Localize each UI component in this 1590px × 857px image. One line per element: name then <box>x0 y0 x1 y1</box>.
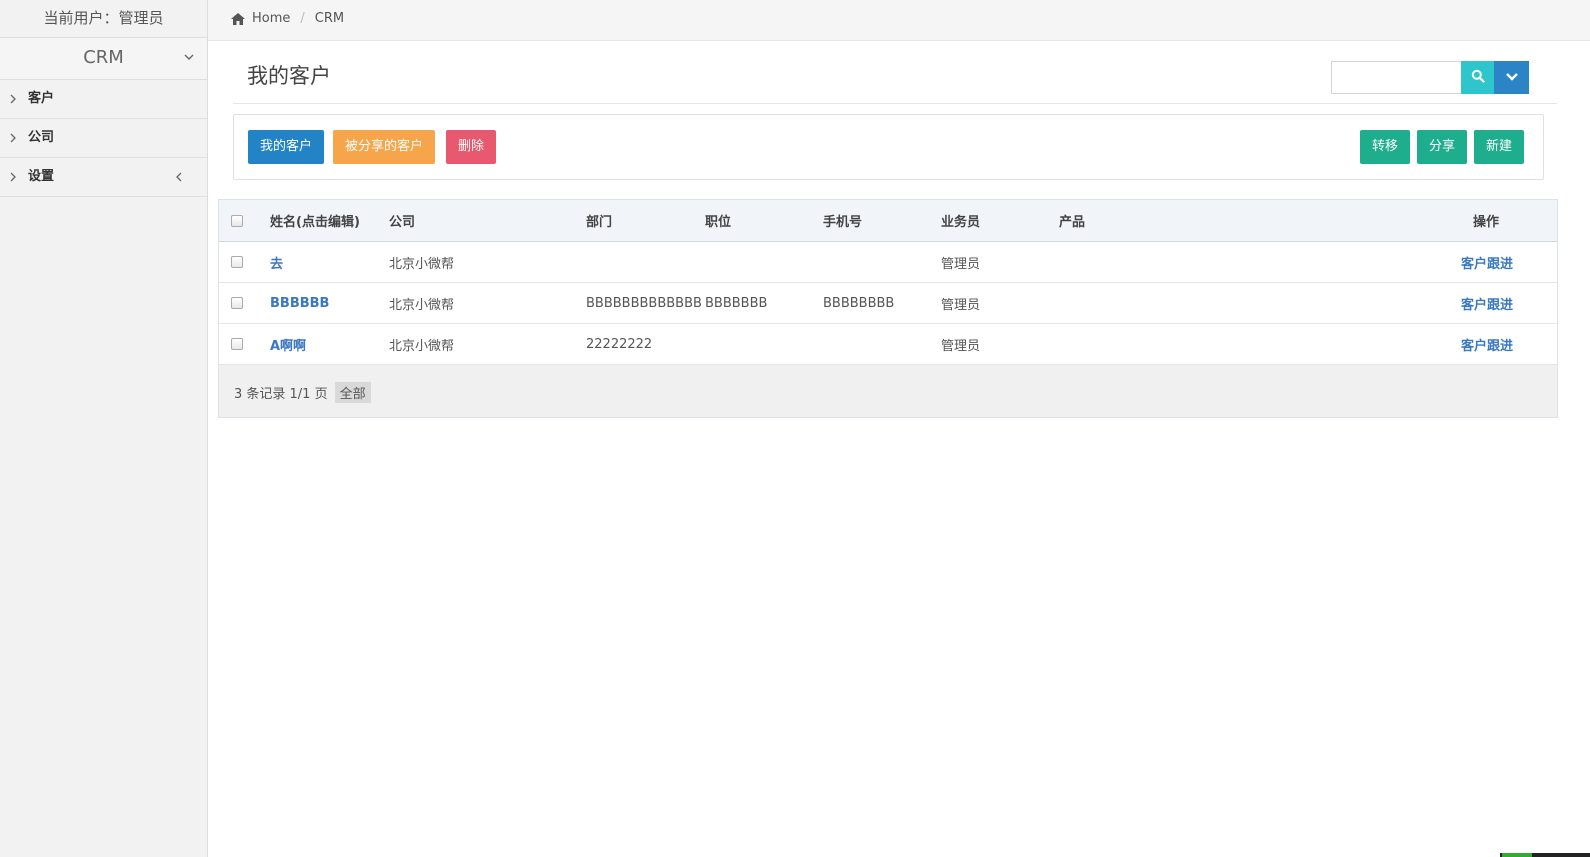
module-name: CRM <box>83 47 124 68</box>
chevron-left-icon <box>175 158 183 212</box>
table-row: 去 北京小微帮 管理员 客户跟进 <box>219 242 1557 283</box>
company-cell: 北京小微帮 <box>389 256 455 272</box>
select-all-checkbox[interactable] <box>231 200 243 241</box>
salesperson-cell: 管理员 <box>941 256 981 272</box>
table-row: BBBBBB 北京小微帮 BBBBBBBBBBBBB BBBBBBB BBBBB… <box>219 283 1557 324</box>
sidebar: 当前用户：管理员 CRM 客户 公司 设置 <box>0 0 208 857</box>
column-header-company[interactable]: 公司 <box>389 200 415 241</box>
company-cell: 北京小微帮 <box>389 338 455 354</box>
department-cell: 22222222 <box>586 336 653 352</box>
follow-up-link[interactable]: 客户跟进 <box>1461 283 1513 323</box>
row-checkbox[interactable] <box>231 242 243 282</box>
row-checkbox[interactable] <box>231 283 243 323</box>
follow-up-link[interactable]: 客户跟进 <box>1461 324 1513 364</box>
breadcrumb-separator: / <box>300 11 305 26</box>
customer-table: 姓名(点击编辑) 公司 部门 职位 手机号 业务员 产品 操作 去 北京小微帮 … <box>218 199 1558 418</box>
salesperson-cell: 管理员 <box>941 338 981 354</box>
title-divider <box>233 103 1557 104</box>
breadcrumb: Home / CRM <box>230 11 344 26</box>
create-button[interactable]: 新建 <box>1474 130 1525 164</box>
delete-button[interactable]: 删除 <box>446 130 497 164</box>
chevron-right-icon <box>9 158 17 212</box>
column-header-salesperson[interactable]: 业务员 <box>941 200 980 241</box>
breadcrumb-home-link[interactable]: Home <box>252 11 290 26</box>
search-options-button[interactable] <box>1494 61 1529 94</box>
column-header-phone[interactable]: 手机号 <box>823 200 862 241</box>
salesperson-cell: 管理员 <box>941 297 981 313</box>
sidebar-item-label: 公司 <box>28 130 55 145</box>
share-button[interactable]: 分享 <box>1417 130 1468 164</box>
pagination-info: 3 条记录 1/1 页 全部 <box>234 382 371 403</box>
company-cell: 北京小微帮 <box>389 297 455 313</box>
customer-name-link[interactable]: A啊啊 <box>270 324 306 364</box>
table-row: A啊啊 北京小微帮 22222222 管理员 客户跟进 <box>219 324 1557 365</box>
position-cell: BBBBBBB <box>705 295 768 311</box>
column-header-department[interactable]: 部门 <box>586 200 612 241</box>
customer-name-link[interactable]: 去 <box>270 242 283 282</box>
search-input[interactable] <box>1331 61 1461 94</box>
search-group <box>1331 61 1529 94</box>
home-icon <box>230 12 246 26</box>
sidebar-item-company[interactable]: 公司 <box>0 119 207 158</box>
page-title: 我的客户 <box>247 64 331 88</box>
transfer-button[interactable]: 转移 <box>1360 130 1411 164</box>
chevron-down-icon <box>1505 70 1519 85</box>
breadcrumb-current: CRM <box>314 11 345 26</box>
show-all-button[interactable]: 全部 <box>334 382 371 403</box>
customer-name-link[interactable]: BBBBBB <box>270 283 329 323</box>
current-user-label: 当前用户：管理员 <box>0 0 207 38</box>
column-header-name[interactable]: 姓名(点击编辑) <box>270 200 360 241</box>
breadcrumb-bar: Home / CRM <box>208 0 1590 41</box>
row-checkbox[interactable] <box>231 324 243 364</box>
table-footer: 3 条记录 1/1 页 全部 <box>219 365 1557 417</box>
shared-customers-button[interactable]: 被分享的客户 <box>333 130 436 164</box>
my-customers-button[interactable]: 我的客户 <box>248 130 325 164</box>
sidebar-item-label: 设置 <box>28 169 55 184</box>
column-header-actions: 操作 <box>1473 215 1500 230</box>
action-toolbar: 我的客户 被分享的客户 删除 转移 分享 新建 <box>233 114 1544 180</box>
column-header-product[interactable]: 产品 <box>1059 200 1085 241</box>
corner-accent <box>1502 853 1532 857</box>
module-selector[interactable]: CRM <box>0 38 207 80</box>
search-button[interactable] <box>1461 61 1494 94</box>
search-icon <box>1471 69 1485 86</box>
sidebar-item-settings[interactable]: 设置 <box>0 158 207 197</box>
sidebar-item-customers[interactable]: 客户 <box>0 80 207 119</box>
sidebar-item-label: 客户 <box>28 91 55 106</box>
follow-up-link[interactable]: 客户跟进 <box>1461 242 1513 282</box>
column-header-position[interactable]: 职位 <box>705 200 731 241</box>
table-header-row: 姓名(点击编辑) 公司 部门 职位 手机号 业务员 产品 操作 <box>219 200 1557 242</box>
record-count: 3 条记录 1/1 页 <box>234 387 328 402</box>
department-cell: BBBBBBBBBBBBB <box>586 295 702 311</box>
phone-cell: BBBBBBBB <box>823 295 895 311</box>
